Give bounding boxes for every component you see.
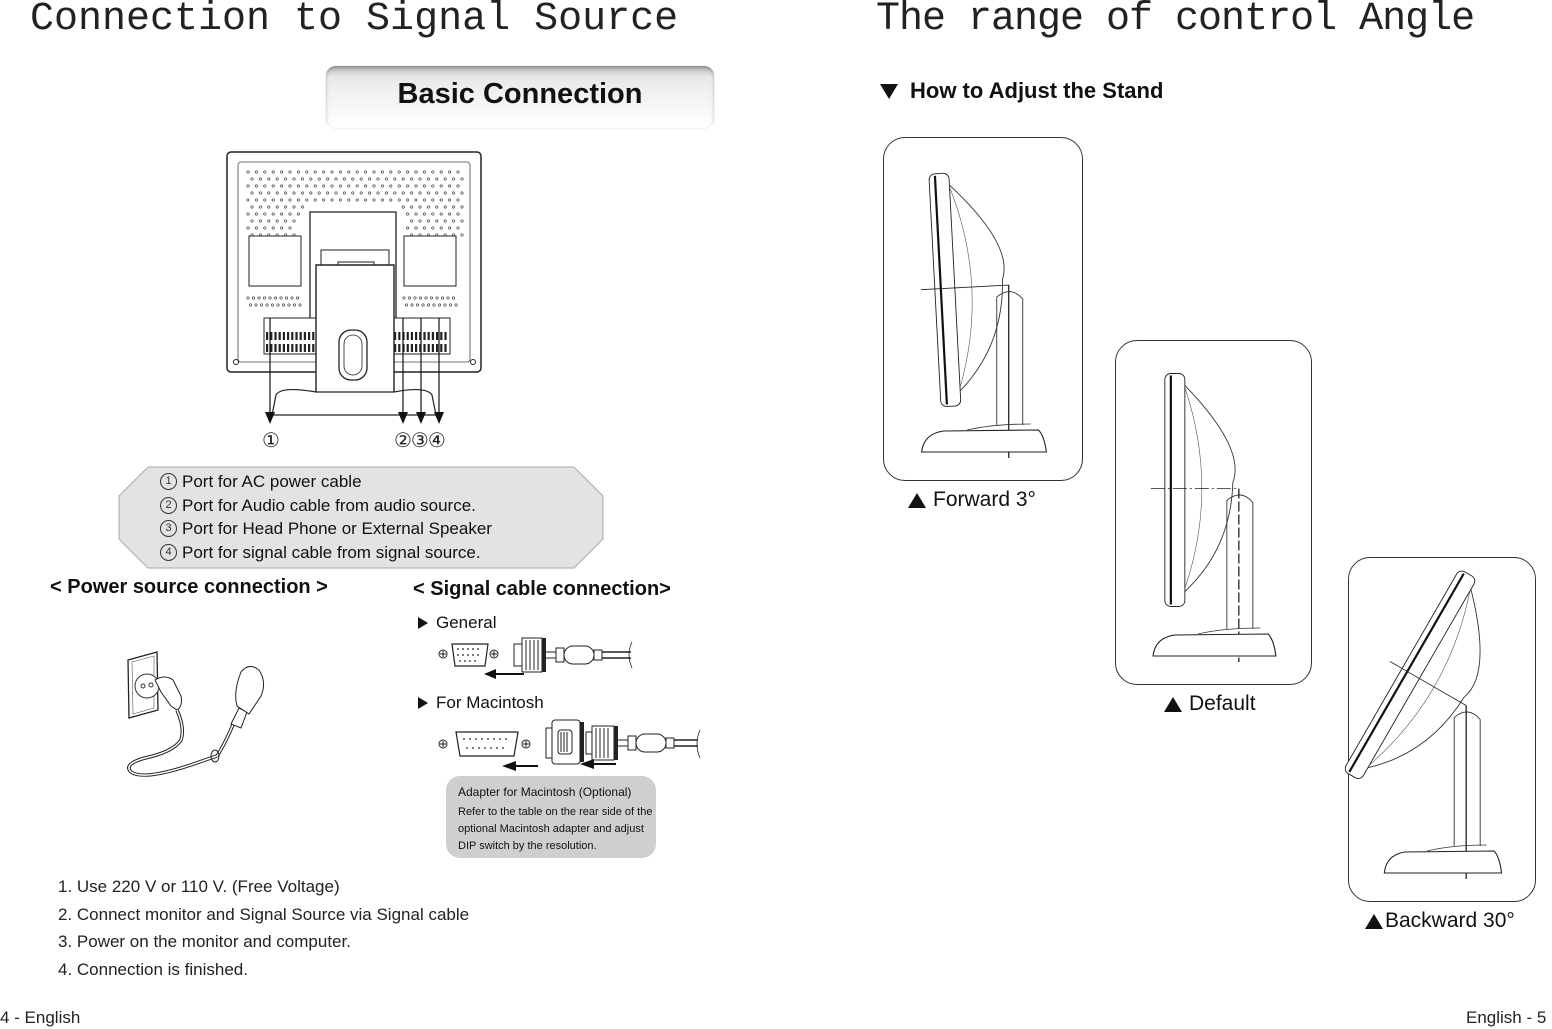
port-legend: 1 Port for AC power cable 2 Port for Audio… bbox=[160, 470, 492, 564]
left-page-title: Connection to Signal Source bbox=[30, 0, 679, 42]
step-item: 3. Power on the monitor and computer. bbox=[58, 932, 351, 951]
basic-connection-banner: Basic Connection bbox=[326, 66, 714, 128]
triangle-up-icon bbox=[908, 492, 926, 508]
connection-steps: 1. Use 220 V or 110 V. (Free Voltage) 2.… bbox=[58, 873, 469, 983]
vga-connector-illustration bbox=[438, 637, 633, 679]
signal-option-general: General bbox=[418, 613, 496, 633]
power-cord-illustration bbox=[127, 651, 265, 777]
signal-option-label: For Macintosh bbox=[436, 693, 544, 712]
mac-adapter-illustration bbox=[438, 719, 701, 771]
adapter-note-title: Adapter for Macintosh (Optional) bbox=[458, 785, 632, 799]
signal-option-label: General bbox=[436, 613, 497, 632]
caption-backward: Backward 30° bbox=[1365, 909, 1515, 933]
port-legend-text: Port for signal cable from signal source… bbox=[182, 542, 481, 562]
adjust-stand-heading: How to Adjust the Stand bbox=[880, 78, 1163, 104]
adapter-note-body: Refer to the table on the rear side of t… bbox=[458, 806, 653, 852]
triangle-right-icon bbox=[418, 697, 428, 709]
stand-panel-backward bbox=[1344, 557, 1536, 902]
stand-panel-default bbox=[1115, 340, 1312, 685]
port-legend-item: 1 Port for AC power cable bbox=[160, 470, 492, 494]
caption-forward-text: Forward 3° bbox=[933, 488, 1036, 511]
step-item: 1. Use 220 V or 110 V. (Free Voltage) bbox=[58, 877, 340, 896]
right-page-title: The range of control Angle bbox=[876, 0, 1475, 42]
port-legend-item: 3 Port for Head Phone or External Speaker bbox=[160, 517, 492, 541]
number-circle-icon: 2 bbox=[160, 496, 177, 514]
signal-option-macintosh: For Macintosh bbox=[418, 693, 544, 713]
number-circle-icon: 1 bbox=[160, 473, 177, 491]
signal-cable-heading: < Signal cable connection> bbox=[413, 578, 671, 600]
triangle-right-icon bbox=[418, 617, 428, 629]
port-legend-text: Port for Head Phone or External Speaker bbox=[182, 519, 492, 538]
mac-adapter-note: Adapter for Macintosh (Optional) Refer t… bbox=[446, 776, 656, 858]
step-item: 2. Connect monitor and Signal Source via… bbox=[58, 904, 470, 924]
monitor-side-default-icon bbox=[1150, 373, 1277, 662]
port-legend-item: 4 Port for signal cable from signal sourc… bbox=[160, 541, 492, 565]
number-circle-icon: 3 bbox=[160, 520, 177, 538]
arrow-left-icon bbox=[502, 761, 516, 771]
basic-connection-label: Basic Connection bbox=[397, 77, 643, 110]
port-legend-item: 2 Port for Audio cable from audio source. bbox=[160, 494, 492, 518]
monitor-rear-illustration bbox=[226, 151, 482, 424]
port-legend-text: Port for AC power cable bbox=[182, 472, 362, 491]
number-circle-icon: 4 bbox=[160, 543, 177, 561]
caption-default: Default bbox=[1164, 692, 1256, 716]
port-legend-text: Port for Audio cable from audio source. bbox=[182, 495, 476, 515]
monitor-side-forward-icon bbox=[920, 172, 1047, 458]
arrow-left-icon bbox=[484, 669, 496, 679]
monitor-side-backward-icon bbox=[1344, 570, 1503, 879]
caption-default-text: Default bbox=[1189, 692, 1256, 715]
port-callout-1: ① bbox=[262, 430, 280, 452]
left-page-footer: 4 - English bbox=[0, 1008, 81, 1027]
step-item: 4. Connection is finished. bbox=[58, 959, 248, 979]
power-source-heading: < Power source connection > bbox=[50, 576, 328, 598]
caption-forward: Forward 3° bbox=[908, 488, 1036, 512]
adjust-stand-heading-text: How to Adjust the Stand bbox=[910, 78, 1164, 103]
triangle-up-icon bbox=[1164, 696, 1182, 712]
right-page-footer: English - 5 bbox=[1466, 1008, 1547, 1027]
caption-backward-text: Backward 30° bbox=[1385, 909, 1515, 932]
triangle-down-icon bbox=[880, 83, 898, 99]
port-callout-2-3-4: ②③④ bbox=[394, 430, 446, 452]
triangle-up-icon bbox=[1365, 913, 1383, 929]
stand-panel-forward bbox=[883, 137, 1083, 481]
